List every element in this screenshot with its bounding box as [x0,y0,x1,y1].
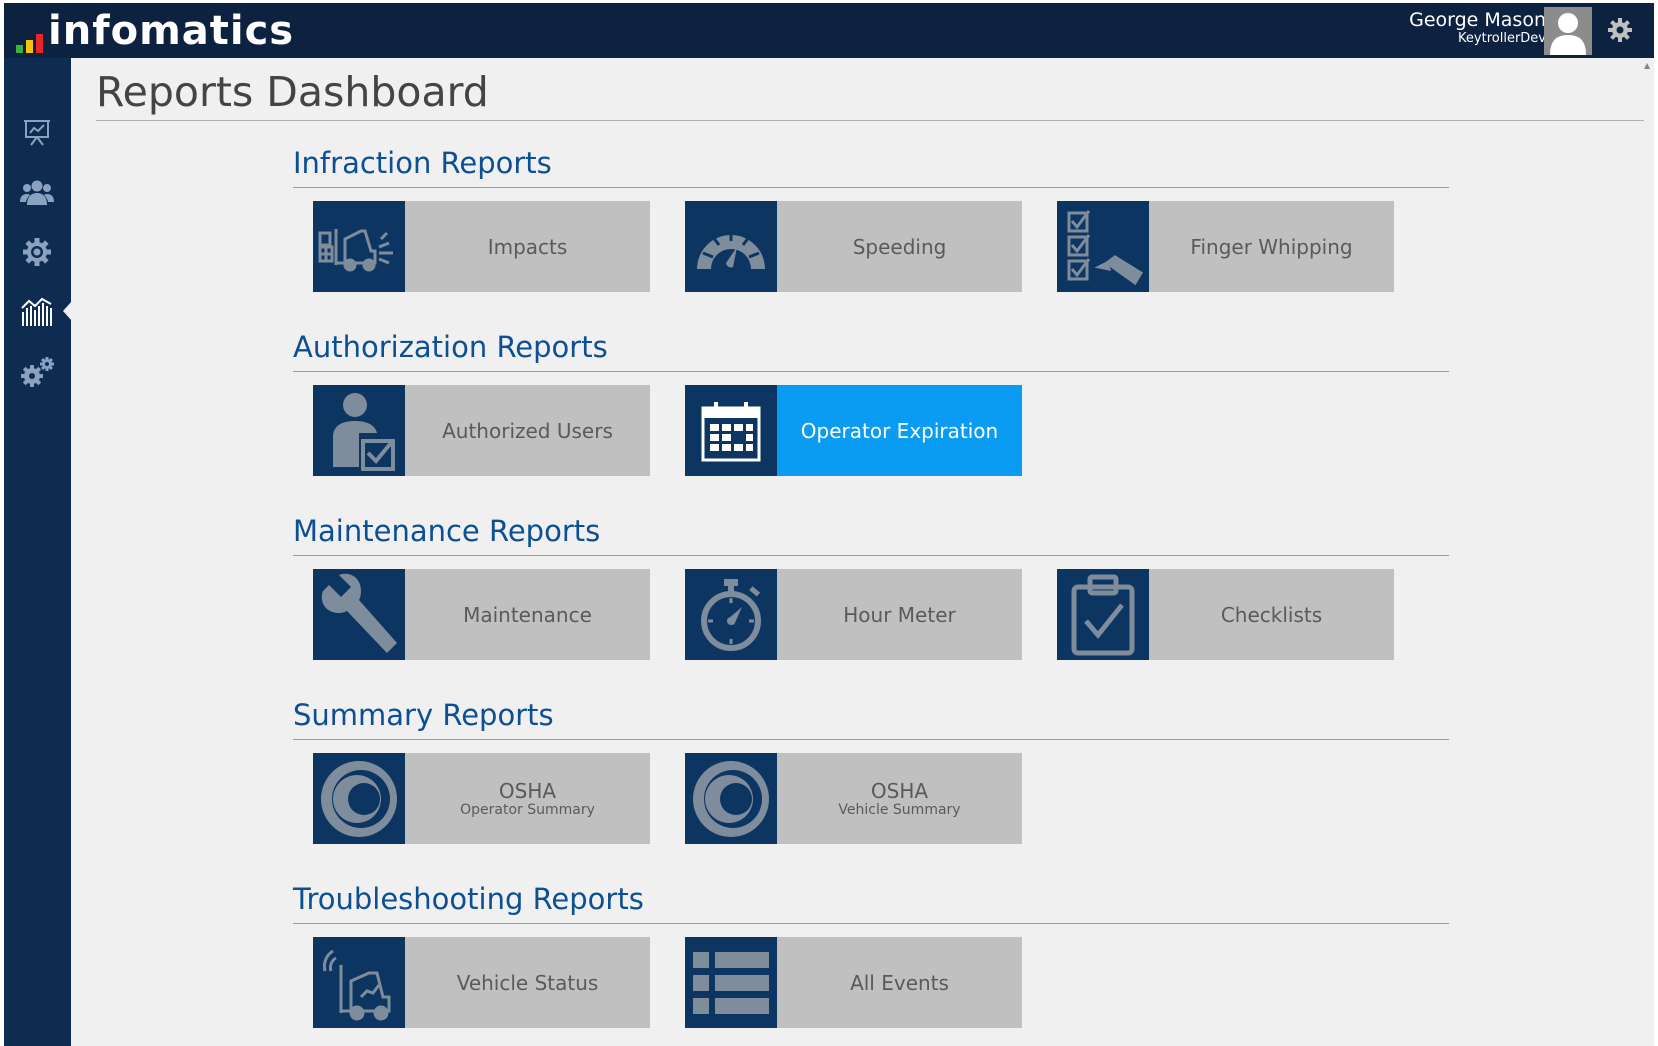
checklist-pen-icon [1057,201,1149,292]
tile-label: Checklists [1220,602,1323,627]
settings-gears-icon[interactable] [12,349,62,395]
tile-label: Maintenance [463,602,592,627]
tile-label: Hour Meter [843,602,956,627]
clipboard-check-icon [1057,569,1149,660]
section-title-troubleshooting: Troubleshooting Reports [293,882,644,916]
tile-label: Finger Whipping [1190,234,1353,259]
speedometer-icon [685,201,777,292]
speeding-tile[interactable]: Speeding [685,201,1022,292]
maintenance-tile[interactable]: Maintenance [313,569,650,660]
avatar-icon[interactable] [1544,7,1592,55]
stopwatch-icon [685,569,777,660]
wrench-icon [313,569,405,660]
top-bar: infomatics George Mason KeytrollerDev [4,3,1654,58]
section-divider [293,187,1449,188]
section-title-authorization: Authorization Reports [293,330,608,364]
osha-operator-summary-tile[interactable]: OSHA Operator Summary [313,753,650,844]
forklift-impact-icon [313,201,405,292]
impacts-tile[interactable]: Impacts [313,201,650,292]
checklists-tile[interactable]: Checklists [1057,569,1394,660]
active-indicator [63,301,72,321]
vehicle-status-tile[interactable]: Vehicle Status [313,937,650,1028]
tile-label: OSHA Vehicle Summary [777,753,1022,844]
scroll-up-icon[interactable]: ▲ [1644,61,1652,71]
user-name: George Mason [1409,9,1546,31]
title-divider [96,120,1644,121]
tile-label-main: OSHA [498,778,557,803]
tile-label: Impacts [487,234,568,259]
section-title-maintenance: Maintenance Reports [293,514,601,548]
user-info[interactable]: George Mason KeytrollerDev [1409,9,1546,46]
forklift-signal-icon [313,937,405,1028]
all-events-tile[interactable]: All Events [685,937,1022,1028]
tile-label-sub: Operator Summary [460,801,595,818]
tile-label: Operator Expiration [777,385,1022,476]
gear-icon[interactable] [12,229,62,275]
osha-vehicle-summary-tile[interactable]: OSHA Vehicle Summary [685,753,1022,844]
finger-whipping-tile[interactable]: Finger Whipping [1057,201,1394,292]
section-title-summary: Summary Reports [293,698,554,732]
presentation-icon[interactable] [12,109,62,155]
page-title: Reports Dashboard [96,68,489,116]
calendar-icon [685,385,777,476]
reports-chart-icon[interactable] [12,289,62,335]
tile-label: Authorized Users [442,418,613,443]
users-icon[interactable] [12,169,62,215]
tile-label-sub: Vehicle Summary [838,801,961,818]
section-divider [293,739,1449,740]
logo-bar-yellow [26,40,33,53]
authorized-users-tile[interactable]: Authorized Users [313,385,650,476]
osha-logo-icon [313,753,405,844]
logo-bar-green [16,45,23,53]
operator-expiration-tile[interactable]: Operator Expiration [685,385,1022,476]
tile-label: Vehicle Status [456,970,599,995]
sidebar [4,58,72,1046]
user-org: KeytrollerDev [1458,31,1546,46]
section-divider [293,923,1449,924]
gear-icon[interactable] [1605,15,1635,45]
tile-label: OSHA Operator Summary [405,753,650,844]
list-icon [685,937,777,1028]
tile-label-main: OSHA [870,778,929,803]
osha-logo-icon [685,753,777,844]
section-divider [293,555,1449,556]
logo-text: infomatics [48,8,295,54]
logo-bar-red [36,34,43,53]
user-check-icon [313,385,405,476]
tile-label: All Events [850,970,949,995]
tile-label: Speeding [852,234,947,259]
section-title-infraction: Infraction Reports [293,146,552,180]
section-divider [293,371,1449,372]
hour-meter-tile[interactable]: Hour Meter [685,569,1022,660]
infomatics-logo[interactable]: infomatics [16,9,294,53]
app-window: infomatics George Mason KeytrollerDev ▲ … [4,3,1654,1046]
